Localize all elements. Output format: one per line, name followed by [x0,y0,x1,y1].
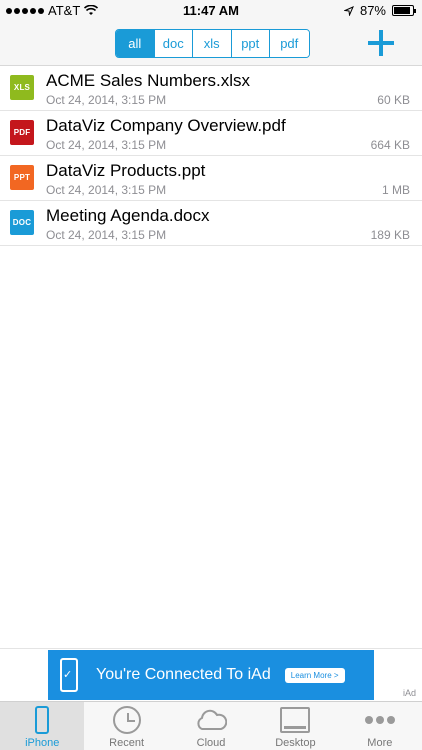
file-name: DataViz Company Overview.pdf [46,116,286,135]
filter-segment-doc[interactable]: doc [154,30,193,57]
battery-icon [392,5,416,16]
file-date: Oct 24, 2014, 3:15 PM [46,138,167,152]
tab-label: Cloud [196,737,226,749]
file-size: 664 KB [370,138,410,152]
filter-segment-pdf[interactable]: pdf [270,30,309,57]
status-right: 87% [343,3,416,18]
file-size: 1 MB [381,183,410,197]
file-type-filter[interactable]: all doc xls ppt pdf [115,29,310,58]
ad-text: You're Connected To iAd [96,666,271,683]
iphone-icon [26,705,58,735]
add-button[interactable] [368,30,394,56]
location-arrow-icon [343,5,354,16]
learn-more-button[interactable]: Learn More > [284,667,345,683]
doc-file-icon: DOC [10,210,34,235]
desktop-icon [279,705,311,735]
file-date: Oct 24, 2014, 3:15 PM [46,228,167,242]
xls-file-icon: XLS [10,75,34,100]
tab-label: Recent [109,737,145,749]
tab-label: More [367,737,393,749]
clock-icon [111,705,143,735]
nav-bar: all doc xls ppt pdf [0,22,422,66]
file-name: ACME Sales Numbers.xlsx [46,71,251,90]
file-row[interactable]: PPT DataViz Products.ppt Oct 24, 2014, 3:1… [0,156,422,201]
tab-label: Desktop [275,737,316,749]
file-size: 60 KB [377,93,410,107]
tab-more[interactable]: More [338,702,422,750]
file-date: Oct 24, 2014, 3:15 PM [46,183,167,197]
tab-recent[interactable]: Recent [84,702,168,750]
battery-percent: 87% [359,3,386,18]
file-row[interactable]: DOC Meeting Agenda.docx Oct 24, 2014, 3:15… [0,201,422,246]
file-name: Meeting Agenda.docx [46,206,210,225]
filter-segment-ppt[interactable]: ppt [231,30,270,57]
file-name: DataViz Products.ppt [46,161,206,180]
filter-segment-xls[interactable]: xls [193,30,232,57]
file-list: XLS ACME Sales Numbers.xlsx Oct 24, 2014, … [0,66,422,246]
pdf-file-icon: PDF [10,120,34,145]
filter-segment-all[interactable]: all [116,30,155,57]
ad-area: You're Connected To iAd Learn More > iAd [0,648,422,701]
file-size: 189 KB [370,228,410,242]
plus-icon-stroke [379,30,383,56]
iad-tag: iAd [402,688,416,698]
file-row[interactable]: XLS ACME Sales Numbers.xlsx Oct 24, 2014, … [0,66,422,111]
file-date: Oct 24, 2014, 3:15 PM [46,93,167,107]
more-icon [364,705,396,735]
phone-check-icon [60,658,78,692]
file-row[interactable]: PDF DataViz Company Overview.pdf Oct 24, 2… [0,111,422,156]
tab-cloud[interactable]: Cloud [169,702,253,750]
status-bar: AT&T 11:47 AM 87% [0,0,422,22]
tab-label: iPhone [25,737,60,749]
tab-bar: iPhone Recent Cloud Desktop More [0,701,422,750]
tab-desktop[interactable]: Desktop [253,702,337,750]
tab-iphone[interactable]: iPhone [0,702,85,750]
battery-fill [394,7,410,14]
ppt-file-icon: PPT [10,165,34,190]
iad-banner[interactable]: You're Connected To iAd Learn More > [48,650,374,700]
cloud-icon [195,705,228,735]
